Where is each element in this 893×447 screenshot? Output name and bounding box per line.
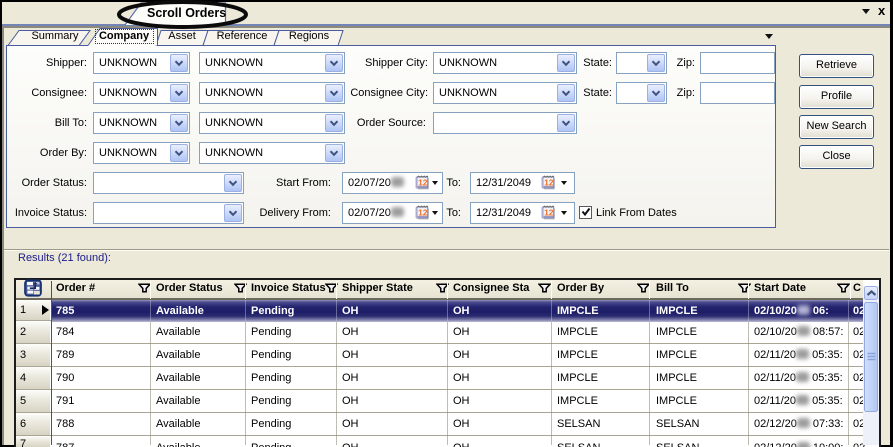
svg-text:12: 12 <box>544 207 554 217</box>
svg-text:12: 12 <box>418 207 428 217</box>
svg-text:12: 12 <box>544 177 554 187</box>
svg-text:12: 12 <box>418 177 428 187</box>
